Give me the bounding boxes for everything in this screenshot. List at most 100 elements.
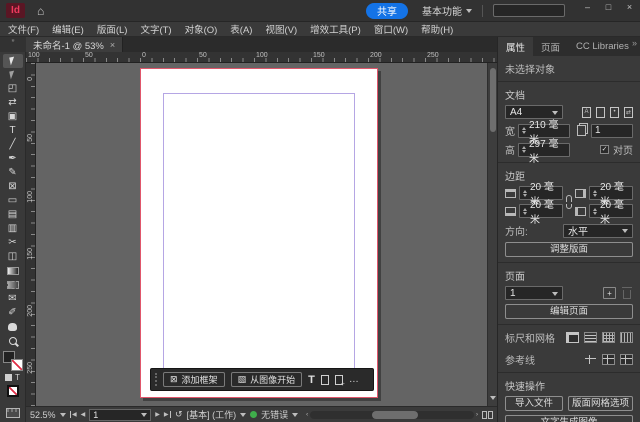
share-button[interactable]: 共享: [366, 2, 408, 19]
layout-grid-icon[interactable]: [620, 332, 633, 343]
gap-tool[interactable]: ⇄: [3, 96, 23, 110]
maximize-button[interactable]: □: [598, 0, 619, 13]
page-number-select[interactable]: 1: [89, 408, 152, 421]
formatting-affects-text-icon[interactable]: T: [15, 373, 20, 382]
zoom-dropdown-icon[interactable]: [59, 413, 66, 420]
first-page-button[interactable]: ◀: [69, 411, 77, 418]
horizontal-ruler[interactable]: 100 50 0 50 100 150 200 250: [26, 52, 497, 63]
line-tool[interactable]: ╱: [3, 138, 23, 152]
panel-tab-页面[interactable]: 页面: [533, 37, 568, 56]
menu-item-6[interactable]: 表(A): [230, 22, 252, 36]
eyedropper-tool[interactable]: ✐: [3, 306, 23, 320]
type-tool[interactable]: T: [3, 124, 23, 138]
note-tool[interactable]: ✉: [3, 292, 23, 306]
smart-guides-icon[interactable]: [620, 354, 633, 365]
menu-item-3[interactable]: 版面(L): [97, 22, 128, 36]
menu-item-5[interactable]: 对象(O): [185, 22, 218, 36]
search-input[interactable]: [493, 4, 565, 17]
horizontal-grid-tool[interactable]: ▤: [3, 208, 23, 222]
vertical-scrollbar-thumb[interactable]: [490, 68, 496, 132]
history-icon[interactable]: ↺: [175, 409, 183, 420]
page-tool[interactable]: ◰: [3, 82, 23, 96]
menu-item-10[interactable]: 帮助(H): [421, 22, 453, 36]
horizontal-scrollbar[interactable]: ‹ ›: [306, 410, 478, 420]
hand-tool[interactable]: [3, 320, 23, 334]
current-page-select[interactable]: 1: [505, 286, 563, 300]
drag-grip-icon[interactable]: [155, 373, 157, 386]
spread-view-icon[interactable]: [482, 410, 493, 419]
close-button[interactable]: ×: [619, 0, 640, 13]
content-collector-tool[interactable]: ▣: [3, 110, 23, 124]
pencil-tool[interactable]: ✎: [3, 166, 23, 180]
previous-page-button[interactable]: ◀: [81, 411, 86, 418]
import-file-button[interactable]: 导入文件: [505, 396, 563, 411]
menu-item-9[interactable]: 窗口(W): [374, 22, 408, 36]
bleed-slug-icon[interactable]: [596, 106, 605, 118]
delete-page-button[interactable]: [620, 286, 633, 299]
document-canvas[interactable]: 100 50 0 50 100 150 200 250 0 50 100 150 200 250 ⊠ 添…: [26, 52, 497, 406]
fill-none-swatch[interactable]: [10, 359, 23, 371]
add-frame-button[interactable]: ⊠ 添加框架: [163, 372, 225, 387]
preflight-menu-icon[interactable]: [292, 413, 299, 420]
panel-tab-属性[interactable]: 属性: [498, 37, 534, 56]
rulers-icon[interactable]: [566, 332, 579, 343]
height-field[interactable]: 297 毫米: [518, 139, 570, 165]
scissors-tool[interactable]: ✂: [3, 236, 23, 250]
pen-tool[interactable]: ✒: [3, 152, 23, 166]
scroll-down-icon[interactable]: [490, 396, 496, 403]
page[interactable]: [140, 68, 378, 398]
text-to-image-button[interactable]: 文字生成图像: [505, 415, 633, 422]
document-grid-icon[interactable]: [602, 332, 615, 343]
menu-item-1[interactable]: 文件(F): [8, 22, 39, 36]
preflight-status[interactable]: 无错误: [261, 408, 288, 421]
menu-item-8[interactable]: 增效工具(P): [310, 22, 361, 36]
page-orientation-icon[interactable]: ⇄: [624, 106, 633, 118]
vertical-ruler[interactable]: 0 50 100 150 200 250: [26, 63, 36, 406]
vertical-scrollbar[interactable]: [487, 63, 497, 406]
zoom-tool[interactable]: [3, 334, 23, 348]
preflight-profile[interactable]: [基本] (工作): [187, 408, 237, 421]
page-count-field[interactable]: 1: [591, 123, 633, 138]
screen-mode-icon[interactable]: [5, 408, 20, 418]
minimize-button[interactable]: –: [577, 0, 598, 13]
layout-grid-options-button[interactable]: 版面网格选项: [568, 396, 633, 411]
link-margins-icon[interactable]: [565, 195, 573, 209]
stepper-icon[interactable]: [522, 125, 526, 136]
document-tab[interactable]: 未命名-1 @ 53% ×: [26, 37, 124, 52]
type-icon[interactable]: T: [308, 374, 315, 386]
document-icon[interactable]: [320, 374, 329, 385]
selection-tool[interactable]: [2, 54, 23, 68]
menu-item-2[interactable]: 编辑(E): [52, 22, 84, 36]
edit-pages-button[interactable]: 编辑页面: [505, 304, 633, 319]
stepper-icon[interactable]: [522, 144, 526, 155]
free-transform-tool[interactable]: ◫: [3, 250, 23, 264]
adjust-layout-button[interactable]: 调整版面: [505, 242, 633, 257]
margin-guides-icon[interactable]: [584, 354, 597, 365]
gradient-swatch-tool[interactable]: [3, 264, 23, 278]
zoom-level[interactable]: 52.5%: [30, 410, 56, 420]
formatting-affects-container-icon[interactable]: [5, 374, 13, 381]
scroll-right-icon[interactable]: ›: [476, 412, 478, 418]
horizontal-scrollbar-track[interactable]: [310, 410, 474, 419]
panel-tab-cc-libraries[interactable]: CC Libraries: [568, 37, 637, 56]
rectangle-tool[interactable]: ▭: [3, 194, 23, 208]
next-page-button[interactable]: ▶: [155, 411, 160, 418]
direct-selection-tool[interactable]: [3, 68, 23, 82]
margin-left-field[interactable]: 20 毫米: [589, 200, 633, 226]
home-icon[interactable]: ⌂: [37, 5, 44, 17]
facing-pages-checkbox[interactable]: ✓: [600, 145, 609, 154]
preflight-dropdown-icon[interactable]: [240, 413, 247, 420]
menu-item-7[interactable]: 视图(V): [265, 22, 297, 36]
scroll-left-icon[interactable]: ‹: [306, 412, 308, 418]
menu-item-4[interactable]: 文字(T): [140, 22, 171, 36]
close-tab-icon[interactable]: ×: [110, 40, 115, 50]
fill-stroke-swatches[interactable]: [2, 351, 23, 371]
document-setup-icon[interactable]: A: [582, 106, 591, 118]
panel-collapse-icon[interactable]: ”: [0, 37, 26, 52]
column-guides-icon[interactable]: [602, 354, 615, 365]
add-page-icon[interactable]: [334, 374, 345, 388]
baseline-grid-icon[interactable]: [584, 332, 597, 343]
frame-tool[interactable]: ⊠: [3, 180, 23, 194]
apply-none-swatch[interactable]: [6, 385, 19, 397]
horizontal-scrollbar-thumb[interactable]: [372, 410, 419, 419]
